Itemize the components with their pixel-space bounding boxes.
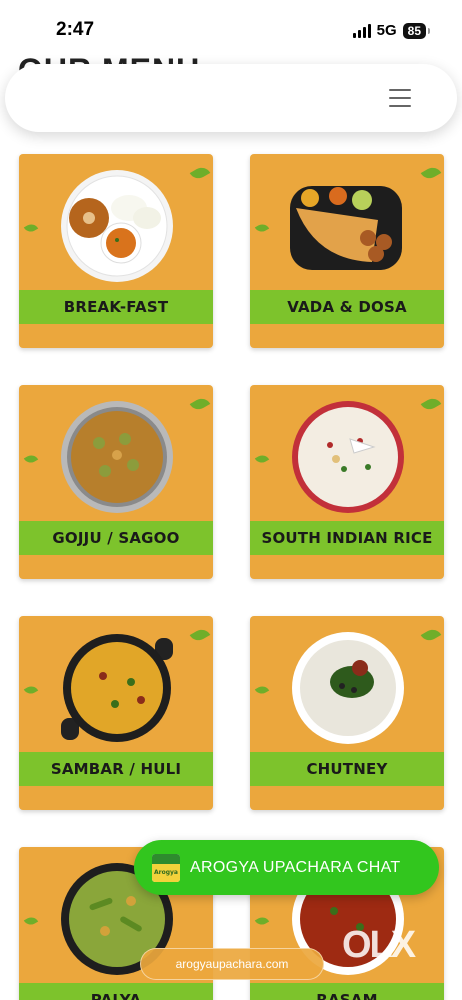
hamburger-icon[interactable] [389,89,411,107]
chat-button[interactable]: Arogya AROGYA UPACHARA CHAT [134,840,439,895]
category-band: SAMBAR / HULI [19,752,213,786]
leaf-icon [23,221,39,235]
status-indicators: 5G 85 [352,22,430,39]
url-text: arogyaupachara.com [175,957,289,971]
category-label: RASAM [316,991,378,1000]
category-card-chutney[interactable]: CHUTNEY [250,616,444,810]
top-navbar [5,64,457,132]
leaf-icon [420,395,442,413]
category-band: CHUTNEY [250,752,444,786]
category-band: VADA & DOSA [250,290,444,324]
category-band: BREAK-FAST [19,290,213,324]
leaf-icon [23,914,39,928]
url-bar[interactable]: arogyaupachara.com [140,948,324,980]
battery-icon: 85 [402,22,426,39]
breakfast-dish-image [61,170,173,282]
category-label: PALYA [90,991,142,1000]
leaf-icon [254,452,270,466]
gojju-dish-image [61,401,173,513]
battery-tip [428,27,430,34]
category-label: SAMBAR / HULI [50,760,182,778]
sambar-dish-image [61,634,173,742]
category-band: PALYA [19,983,213,1000]
network-type: 5G [376,22,397,39]
leaf-icon [189,395,211,413]
chutney-dish-image [292,632,404,744]
signal-icon [352,23,371,38]
vada-dosa-dish-image [290,186,402,270]
leaf-icon [23,452,39,466]
leaf-icon [189,626,211,644]
rice-dish-image [292,401,404,513]
category-card-breakfast[interactable]: BREAK-FAST [19,154,213,348]
leaf-icon [420,626,442,644]
leaf-icon [189,164,211,182]
arogya-logo-icon: Arogya [152,853,180,882]
category-label: GOJJU / SAGOO [52,529,180,547]
category-label: BREAK-FAST [63,298,169,316]
category-card-vada-dosa[interactable]: VADA & DOSA [250,154,444,348]
category-card-sambar-huli[interactable]: SAMBAR / HULI [19,616,213,810]
leaf-icon [254,683,270,697]
leaf-icon [254,914,270,928]
olx-watermark: OLX [342,924,416,966]
category-label: CHUTNEY [306,760,388,778]
leaf-icon [420,164,442,182]
category-card-gojju-sagoo[interactable]: GOJJU / SAGOO [19,385,213,579]
status-time: 2:47 [56,19,95,40]
leaf-icon [254,221,270,235]
leaf-icon [23,683,39,697]
category-card-south-indian-rice[interactable]: SOUTH INDIAN RICE [250,385,444,579]
category-band: RASAM [250,983,444,1000]
category-label: SOUTH INDIAN RICE [261,529,433,547]
category-band: GOJJU / SAGOO [19,521,213,555]
category-band: SOUTH INDIAN RICE [250,521,444,555]
category-label: VADA & DOSA [287,298,407,316]
chat-button-label: AROGYA UPACHARA CHAT [190,858,401,876]
logo-text: Arogya [152,863,180,882]
